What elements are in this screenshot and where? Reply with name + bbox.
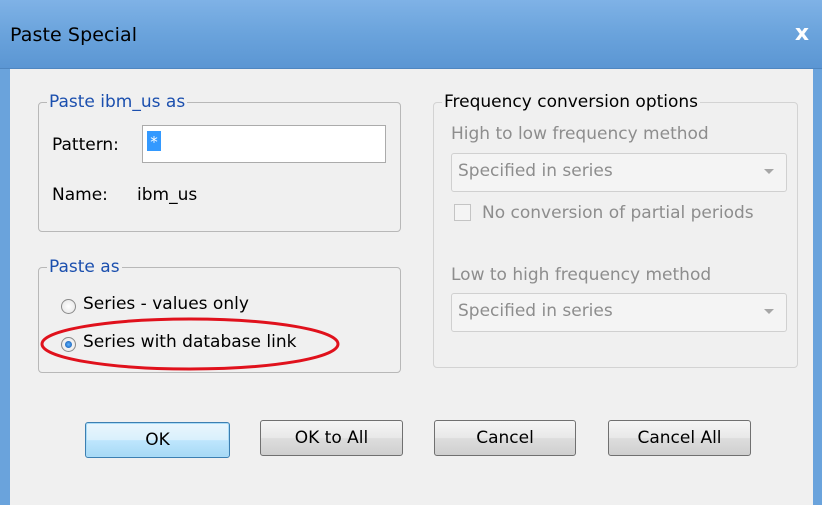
pattern-input[interactable]: * (142, 125, 386, 163)
ok-to-all-button[interactable]: OK to All (260, 420, 403, 456)
paste-name-group: Paste ibm_us as Pattern: * Name: ibm_us (38, 91, 401, 232)
high-to-low-value: Specified in series (458, 161, 613, 181)
dialog-title: Paste Special (10, 24, 138, 46)
chevron-down-icon (764, 169, 774, 174)
title-bar[interactable]: Paste Special x (0, 0, 822, 69)
chevron-down-icon (764, 309, 774, 314)
low-to-high-select[interactable]: Specified in series (451, 293, 787, 332)
frequency-options-group: Frequency conversion options High to low… (433, 91, 798, 368)
cancel-all-button[interactable]: Cancel All (608, 420, 751, 456)
window-frame-left (0, 69, 10, 505)
ok-button[interactable]: OK (85, 422, 230, 458)
paste-name-legend: Paste ibm_us as (47, 91, 188, 113)
radio-values-only-label[interactable]: Series - values only (83, 294, 249, 314)
pattern-label: Pattern: (52, 135, 119, 155)
radio-database-link-label[interactable]: Series with database link (83, 332, 296, 352)
high-to-low-label: High to low frequency method (451, 124, 709, 144)
dialog-body: Paste ibm_us as Pattern: * Name: ibm_us … (10, 69, 813, 505)
no-conversion-label[interactable]: No conversion of partial periods (482, 203, 754, 223)
paste-as-legend: Paste as (47, 256, 122, 278)
name-label: Name: (52, 185, 108, 205)
name-value: ibm_us (137, 185, 198, 205)
radio-database-link[interactable] (61, 337, 76, 352)
radio-values-only[interactable] (61, 299, 76, 314)
paste-as-group: Paste as Series - values only Series wit… (38, 256, 401, 373)
paste-special-dialog: Paste Special x Paste ibm_us as Pattern:… (0, 0, 822, 505)
no-conversion-checkbox[interactable] (454, 204, 471, 221)
high-to-low-select[interactable]: Specified in series (451, 153, 787, 192)
pattern-selected-text: * (147, 131, 161, 151)
window-frame-right (813, 69, 822, 505)
low-to-high-value: Specified in series (458, 301, 613, 321)
low-to-high-label: Low to high frequency method (451, 265, 712, 285)
frequency-legend: Frequency conversion options (442, 91, 701, 113)
close-icon[interactable]: x (790, 22, 814, 46)
cancel-button[interactable]: Cancel (434, 420, 576, 456)
